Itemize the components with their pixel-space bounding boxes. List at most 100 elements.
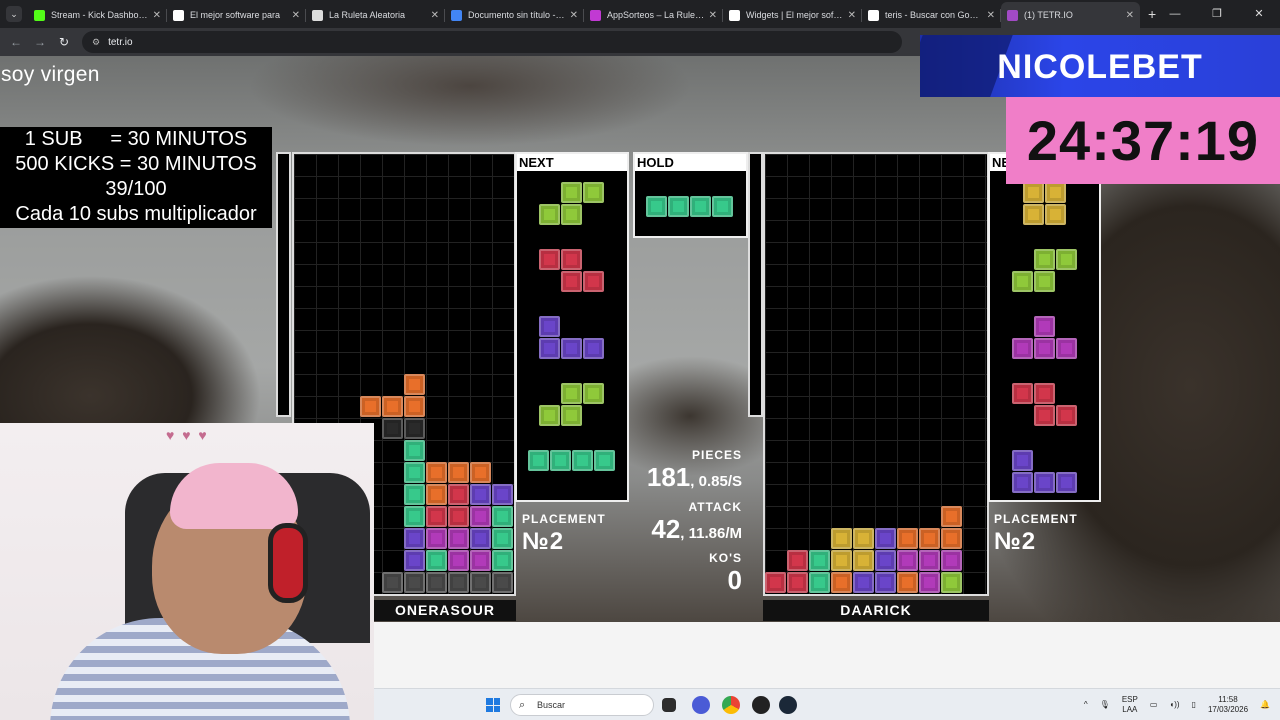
attack-value: 42 — [651, 514, 681, 544]
tetromino-block — [448, 550, 469, 571]
tetromino-block — [492, 506, 513, 527]
tetromino-block — [561, 271, 582, 292]
tetromino-block — [787, 550, 808, 571]
browser-tab[interactable]: El mejor software para ✕ — [167, 2, 306, 28]
reload-icon[interactable]: ↻ — [52, 35, 76, 49]
clock[interactable]: 11:58 17/03/2026 — [1208, 695, 1248, 715]
browser-tab[interactable]: AppSorteos – La Ruleta de ✕ — [584, 2, 723, 28]
tetromino-block — [787, 572, 808, 593]
tetromino-block — [561, 249, 582, 270]
volume-icon[interactable]: ◖)) — [1169, 700, 1179, 710]
tetromino-block — [539, 338, 560, 359]
restore-icon[interactable]: ❐ — [1196, 0, 1238, 28]
tray-overflow-icon[interactable]: ^ — [1084, 700, 1088, 710]
search-icon: ⌕ — [519, 699, 526, 711]
attack-label: ATTACK — [688, 500, 742, 514]
browser-tab[interactable]: Documento sin título - Do ✕ — [445, 2, 584, 28]
tab-close-icon[interactable]: ✕ — [848, 10, 856, 21]
tetromino-block — [550, 450, 571, 471]
tetromino-block — [809, 550, 830, 571]
tetromino-block — [470, 528, 491, 549]
site-info-icon[interactable]: ⚙ — [92, 37, 100, 48]
steam-icon[interactable] — [779, 696, 797, 714]
tab-close-icon[interactable]: ✕ — [570, 10, 578, 21]
task-view-icon[interactable] — [662, 698, 676, 712]
tetromino-block — [561, 204, 582, 225]
browser-tab[interactable]: Stream - Kick Dashboard ✕ — [28, 2, 167, 28]
tetromino-block — [875, 572, 896, 593]
tetromino-block — [1055, 472, 1077, 493]
tab-title: AppSorteos – La Ruleta de — [607, 10, 705, 20]
notifications-icon[interactable]: 🔔 — [1260, 700, 1270, 710]
browser-tab[interactable]: Widgets | El mejor softwa ✕ — [723, 2, 862, 28]
tetromino-block — [539, 405, 560, 426]
tetromino-block — [539, 316, 560, 337]
browser-tab[interactable]: teris - Buscar con Google ✕ — [862, 2, 1001, 28]
tab-close-icon[interactable]: ✕ — [709, 10, 717, 21]
tetromino-block — [404, 462, 425, 483]
browser-tab[interactable]: La Ruleta Aleatoria ✕ — [306, 2, 445, 28]
left-hold-box: HOLD — [633, 152, 748, 238]
back-icon[interactable]: ← — [4, 35, 28, 49]
pieces-stat: PIECES 181, 0.85/S — [620, 448, 742, 493]
tetromino-block — [426, 528, 447, 549]
tab-close-icon[interactable]: ✕ — [987, 10, 995, 21]
clock-time: 11:58 — [1218, 695, 1238, 704]
discord-icon[interactable] — [692, 696, 710, 714]
tetromino-block — [809, 572, 830, 593]
tetromino-block — [426, 506, 447, 527]
tetromino-block — [941, 506, 962, 527]
obs-icon[interactable] — [752, 696, 770, 714]
tab-close-icon[interactable]: ✕ — [153, 10, 161, 21]
taskbar-search[interactable]: ⌕ Buscar — [510, 694, 654, 716]
tetromino-block — [404, 528, 425, 549]
subathon-rules: 1 SUB = 30 MINUTOS 500 KICKS = 30 MINUTO… — [0, 127, 272, 228]
tab-search-button[interactable]: ⌄ — [6, 6, 22, 22]
tetromino-block — [1033, 249, 1055, 270]
tab-close-icon[interactable]: ✕ — [292, 10, 300, 21]
right-placement-label: PLACEMENT — [994, 512, 1078, 526]
right-garbage-meter — [748, 152, 763, 417]
tab-close-icon[interactable]: ✕ — [431, 10, 439, 21]
tetromino-block — [897, 572, 918, 593]
attack-rate: 11.86/M — [688, 525, 742, 542]
close-icon[interactable]: ✕ — [1238, 0, 1280, 28]
start-button-icon[interactable] — [486, 698, 500, 712]
battery-icon[interactable]: ▯ — [1192, 700, 1196, 710]
left-placement-label: PLACEMENT — [522, 512, 606, 526]
tetromino-block — [765, 572, 786, 593]
url-field[interactable]: ⚙ tetr.io — [82, 31, 902, 53]
tab-close-icon[interactable]: ✕ — [1126, 10, 1134, 21]
tetromino-block — [492, 550, 513, 571]
chrome-icon[interactable] — [722, 696, 740, 714]
kos-value: 0 — [727, 565, 742, 595]
subathon-timer: 24:37:19 — [1006, 97, 1280, 184]
tetromino-block — [831, 550, 852, 571]
tetromino-block — [561, 405, 582, 426]
tetromino-block — [382, 418, 403, 439]
system-tray: ^ 🎙 ESP LAA ▭ ◖)) ▯ 11:58 17/03/2026 🔔 — [1072, 689, 1270, 720]
tetromino-block — [1055, 249, 1077, 270]
rule-line: Cada 10 subs multiplicador — [15, 203, 257, 225]
microphone-icon[interactable]: 🎙 — [1100, 700, 1110, 710]
tetromino-block — [492, 528, 513, 549]
tetromino-block — [668, 196, 689, 217]
tetromino-block — [583, 383, 604, 404]
stream-caption: soy virgen — [1, 63, 100, 86]
tetromino-block — [919, 528, 940, 549]
minimize-icon[interactable]: — — [1154, 0, 1196, 28]
lang-layout: LAA — [1122, 705, 1138, 714]
browser-tab[interactable]: (1) TETR.IO ✕ — [1001, 2, 1140, 28]
tetromino-block — [875, 528, 896, 549]
forward-icon[interactable]: → — [28, 35, 52, 49]
tab-favicon-icon — [173, 9, 184, 21]
next-label: NEXT — [517, 154, 627, 171]
tetromino-block — [382, 396, 403, 417]
attack-stat: ATTACK 42, 11.86/M — [620, 500, 742, 545]
brand-text: NICOLEBET — [997, 48, 1203, 86]
tetromino-block — [1011, 383, 1033, 404]
tetromino-block — [1011, 338, 1033, 359]
tetromino-block — [646, 196, 667, 217]
language-indicator[interactable]: ESP LAA — [1122, 695, 1138, 715]
network-icon[interactable]: ▭ — [1150, 700, 1158, 710]
